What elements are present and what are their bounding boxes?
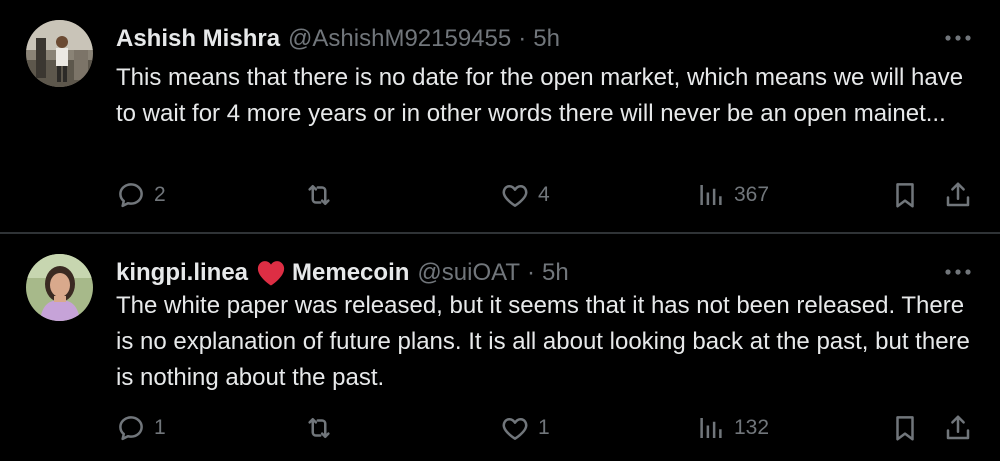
share-button[interactable] [943,178,973,212]
repost-icon [308,185,330,205]
author-name[interactable]: kingpi.linea [116,258,248,288]
reply-count: 1 [154,416,166,439]
analytics-icon [700,418,722,438]
tweet-text: The white paper was released, but it see… [116,292,970,391]
reply-button[interactable]: 2 [116,178,166,212]
bookmark-icon [896,183,914,208]
reply-feed: Ashish Mishra @AshishM92159455 · 5h This… [0,0,1000,461]
bookmark-icon [896,416,914,441]
like-count: 4 [538,183,550,206]
avatar[interactable] [26,254,93,321]
repost-button[interactable] [304,178,342,212]
reply-icon [119,183,143,208]
like-count: 1 [538,416,550,439]
tweet-header: kingpi.linea Memecoin @suiOAT · 5h [116,256,940,290]
author-handle[interactable]: @suiOAT [417,258,520,288]
heart-outline-icon [502,418,528,440]
more-options-icon[interactable] [942,26,974,50]
more-options-icon[interactable] [942,260,974,284]
reply-icon [119,416,143,441]
views-button[interactable]: 367 [696,178,769,212]
like-button[interactable]: 1 [500,411,550,445]
author-handle[interactable]: @AshishM92159455 [288,24,511,54]
like-button[interactable]: 4 [500,178,550,212]
repost-icon [308,418,330,438]
views-button[interactable]: 132 [696,411,769,445]
separator-dot: · [518,25,527,52]
red-heart-icon [256,259,286,287]
author-name[interactable]: Ashish Mishra [116,24,280,54]
reply-count: 2 [154,183,166,206]
bookmark-button[interactable] [890,178,920,212]
tweet-text: This means that there is no date for the… [116,64,964,127]
heart-outline-icon [502,185,528,207]
tweet-header: Ashish Mishra @AshishM92159455 · 5h [116,22,940,56]
reply-button[interactable]: 1 [116,411,166,445]
bookmark-button[interactable] [890,411,920,445]
share-icon [946,415,970,440]
tweet[interactable]: Ashish Mishra @AshishM92159455 · 5h This… [0,0,1000,232]
share-button[interactable] [943,411,973,445]
timestamp[interactable]: 5h [533,24,560,54]
analytics-icon [700,185,722,205]
share-icon [946,182,970,207]
repost-button[interactable] [304,411,342,445]
separator-dot: · [527,259,536,286]
tweet[interactable]: kingpi.linea Memecoin @suiOAT · 5h The w… [0,234,1000,461]
view-count: 367 [734,183,770,206]
author-name-suffix[interactable]: Memecoin [292,258,409,288]
view-count: 132 [734,416,770,439]
timestamp[interactable]: 5h [542,258,569,288]
action-bar: 1 1 132 [116,411,976,445]
avatar[interactable] [26,20,93,87]
action-bar: 2 4 367 [116,178,976,212]
